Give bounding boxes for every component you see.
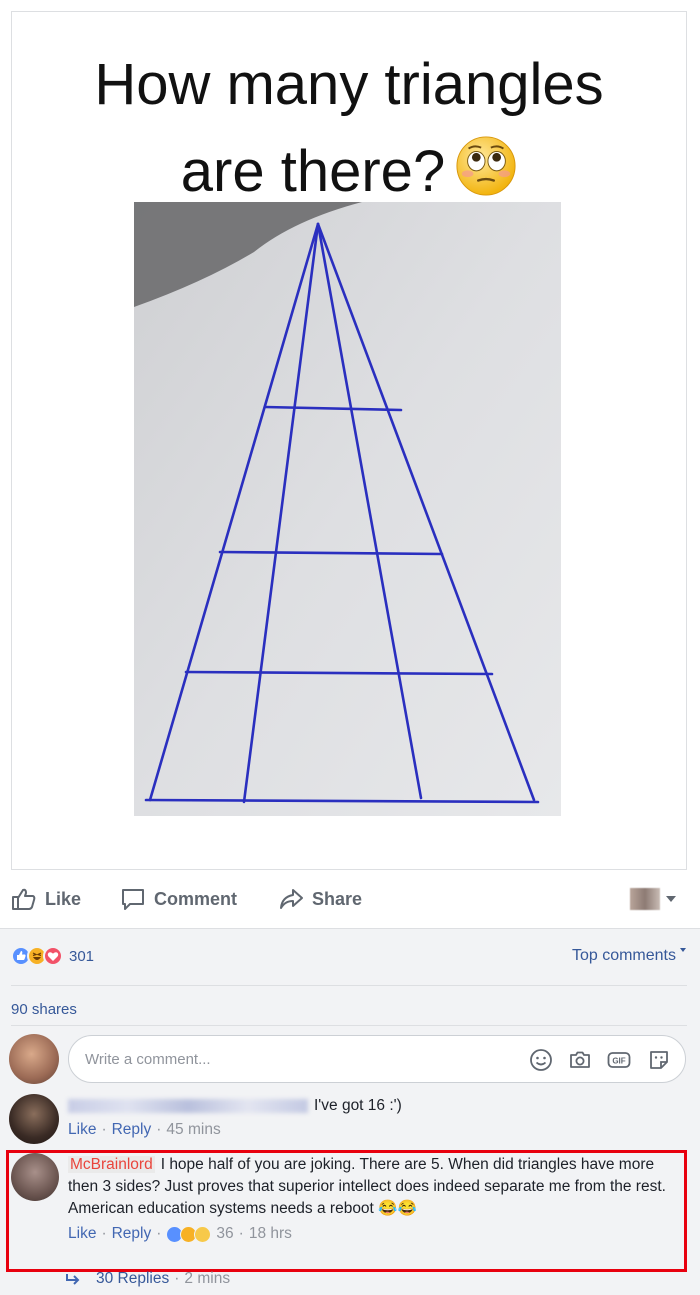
- comment-text: I hope half of you are joking. There are…: [68, 1156, 666, 1217]
- commenter-avatar[interactable]: [9, 1094, 59, 1144]
- comment-body: McBrainlord I hope half of you are joking…: [68, 1154, 668, 1220]
- shares-count-link[interactable]: 90 shares: [11, 1001, 77, 1018]
- comment-input[interactable]: [85, 1036, 505, 1082]
- reactions-summary[interactable]: 301: [11, 946, 94, 966]
- viewer-avatar: [630, 888, 660, 910]
- current-user-avatar: [9, 1034, 59, 1084]
- comment-like-link[interactable]: Like: [68, 1225, 96, 1243]
- post-image-card: How many triangles are there?: [11, 11, 687, 870]
- post-title-line2: are there?: [12, 135, 686, 201]
- comment-meta: Like · Reply · 36 · 18 hrs: [68, 1225, 292, 1243]
- comment-button[interactable]: Comment: [120, 886, 237, 912]
- top-comments-dropdown[interactable]: Top comments: [572, 947, 686, 965]
- comment-author-link[interactable]: McBrainlord: [68, 1156, 155, 1173]
- comment-timestamp[interactable]: 18 hrs: [249, 1225, 292, 1243]
- love-reaction-icon: [43, 946, 63, 966]
- triangle-puzzle-photo: [134, 202, 561, 816]
- flushed-face-emoji-icon: [456, 136, 516, 196]
- comment-label: Comment: [154, 888, 238, 909]
- like-button[interactable]: Like: [11, 886, 81, 912]
- post-action-bar: Like Comment Share: [0, 870, 700, 928]
- separator-dot: ·: [238, 1225, 244, 1242]
- gif-icon[interactable]: GIF: [607, 1048, 631, 1072]
- comment-reaction-count[interactable]: 36: [216, 1225, 233, 1243]
- comments-section: 301 Top comments 90 shares GIF I've got …: [0, 928, 700, 1295]
- like-label: Like: [45, 888, 82, 909]
- post-title-line2-text: are there?: [180, 139, 446, 204]
- commenter-name-blurred[interactable]: [68, 1098, 308, 1113]
- separator-dot: ·: [174, 1270, 180, 1287]
- separator-dot: ·: [156, 1121, 162, 1138]
- share-button[interactable]: Share: [278, 886, 362, 912]
- reaction-count: 301: [69, 947, 95, 965]
- svg-text:GIF: GIF: [612, 1057, 625, 1066]
- comment-text: I've got 16 :'): [314, 1097, 402, 1114]
- comment-timestamp[interactable]: 45 mins: [166, 1121, 220, 1139]
- post-title-line1: How many triangles: [94, 52, 604, 117]
- emoji-icon[interactable]: [529, 1048, 553, 1072]
- divider: [11, 1025, 687, 1026]
- comment-body: I've got 16 :'): [68, 1095, 402, 1117]
- view-replies[interactable]: 30 Replies · 2 mins: [64, 1270, 230, 1288]
- chevron-down-icon: [666, 896, 676, 902]
- divider: [11, 985, 687, 986]
- reply-arrow-icon: [66, 1274, 80, 1285]
- comment-reply-link[interactable]: Reply: [112, 1121, 152, 1139]
- separator-dot: ·: [156, 1225, 162, 1242]
- sad-reaction-icon: [194, 1225, 212, 1243]
- camera-icon[interactable]: [568, 1048, 592, 1072]
- comment-like-link[interactable]: Like: [68, 1121, 96, 1139]
- sticker-icon[interactable]: [647, 1048, 671, 1072]
- separator-dot: ·: [101, 1121, 107, 1138]
- replies-timestamp: 2 mins: [184, 1270, 231, 1287]
- post-as-selector[interactable]: [630, 888, 676, 910]
- share-label: Share: [312, 888, 363, 909]
- comment-meta: Like · Reply · 45 mins: [68, 1121, 221, 1139]
- replies-count-link[interactable]: 30 Replies: [96, 1270, 169, 1288]
- thumbs-up-icon: [12, 888, 36, 910]
- commenter-avatar[interactable]: [11, 1153, 59, 1201]
- comment-reply-link[interactable]: Reply: [112, 1225, 152, 1243]
- comment-bubble-icon: [122, 889, 144, 910]
- separator-dot: ·: [101, 1225, 107, 1242]
- comment-composer: GIF: [68, 1035, 686, 1083]
- share-arrow-icon: [280, 889, 303, 909]
